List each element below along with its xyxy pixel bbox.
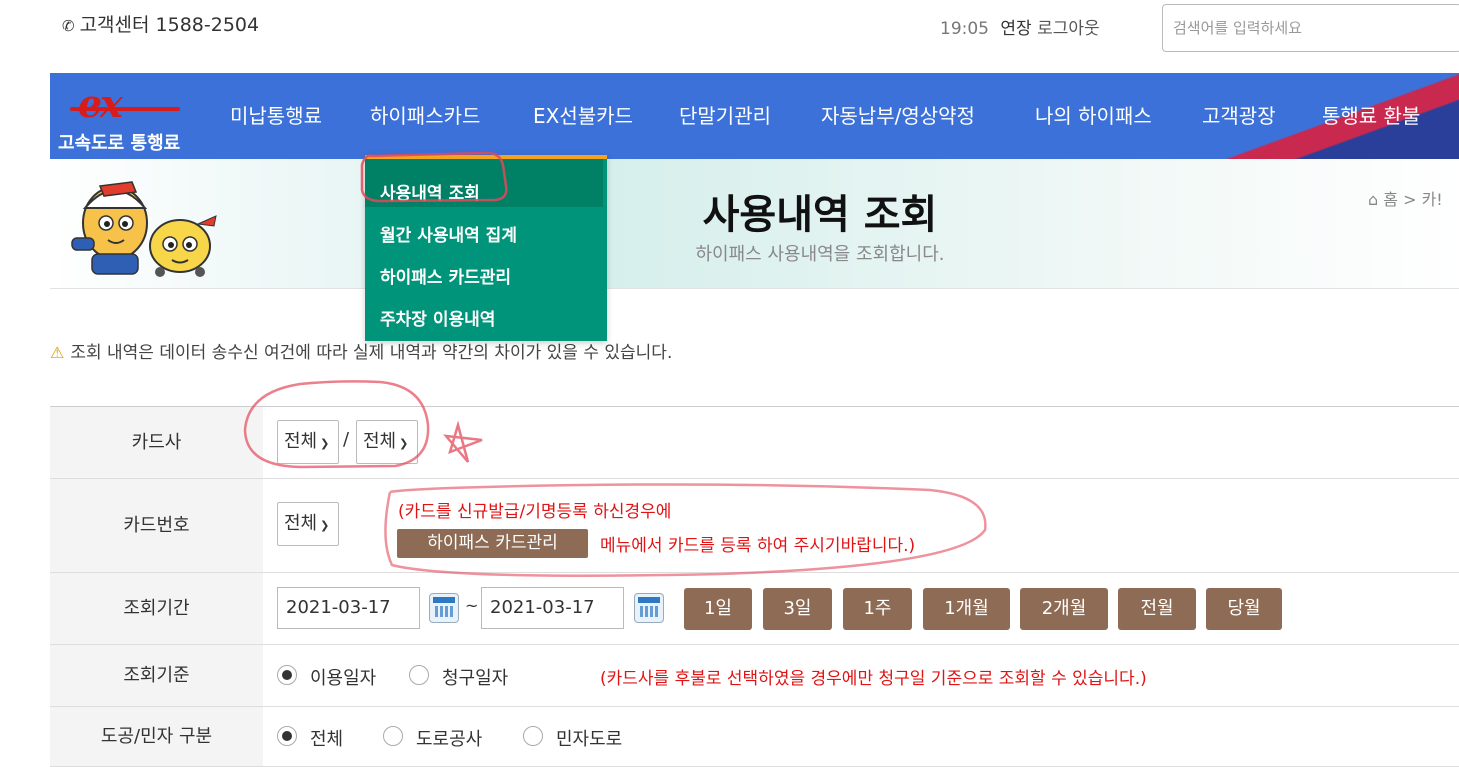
road-type-label: 도공/민자 구분 — [50, 707, 263, 767]
nav-item-unpaid-toll[interactable]: 미납통행료 — [230, 100, 322, 129]
basis-billing-date-label[interactable]: 청구일자 — [442, 664, 508, 690]
basis-usage-date-label[interactable]: 이용일자 — [310, 664, 376, 690]
card-number-select[interactable]: 전체 ❯ — [277, 502, 339, 546]
phone-icon: ✆ — [62, 17, 75, 35]
main-nav: ex 고속도로 통행료 미납통행료 하이패스카드 EX선불카드 단말기관리 자동… — [50, 73, 1459, 159]
road-all-label[interactable]: 전체 — [310, 725, 343, 751]
card-register-note: (카드를 신규발급/기명등록 하신경우에 — [398, 502, 672, 522]
date-range-tilde: ~ — [465, 596, 479, 615]
basis-label: 조회기준 — [50, 645, 263, 707]
card-number-row — [263, 479, 1459, 573]
home-icon[interactable]: ⌂ — [1368, 190, 1378, 209]
card-company-label: 카드사 — [50, 407, 263, 479]
timer-value: 19:05 — [940, 19, 989, 39]
card-number-label: 카드번호 — [50, 479, 263, 573]
nav-item-autopay[interactable]: 자동납부/영상약정 — [821, 100, 975, 129]
billing-basis-note: (카드사를 후불로 선택하였을 경우에만 청구일 기준으로 조회할 수 있습니다… — [600, 669, 1147, 689]
submenu-parking-history[interactable]: 주차장 이용내역 — [380, 305, 495, 330]
road-expressway-radio[interactable] — [383, 726, 403, 746]
card-company-value: 전체 — [284, 431, 318, 452]
period-label: 조회기간 — [50, 573, 263, 645]
period-this-month-button[interactable]: 당월 — [1206, 588, 1282, 630]
period-1month-button[interactable]: 1개월 — [923, 588, 1010, 630]
logout-link[interactable]: 로그아웃 — [1037, 19, 1100, 39]
breadcrumb-card[interactable]: 카! — [1422, 190, 1443, 209]
chevron-down-icon: ❯ — [320, 519, 330, 532]
card-type-select[interactable]: 전체 ❯ — [356, 420, 418, 464]
card-number-value: 전체 — [284, 513, 318, 534]
logo-mark: ex — [78, 81, 123, 126]
customer-center-text: 고객센터 1588-2504 — [79, 14, 260, 36]
banner-divider — [50, 288, 1459, 289]
warning-icon: ⚠ — [50, 343, 65, 362]
nav-item-customer[interactable]: 고객광장 — [1202, 100, 1276, 129]
period-prev-month-button[interactable]: 전월 — [1118, 588, 1196, 630]
nav-item-hipass-card[interactable]: 하이패스카드 — [370, 100, 480, 129]
breadcrumb-separator: > — [1403, 190, 1417, 209]
search-input[interactable] — [1162, 4, 1459, 52]
period-1day-button[interactable]: 1일 — [684, 588, 752, 630]
search-form: 카드사 카드번호 조회기간 조회기준 도공/민자 구분 — [50, 406, 1459, 767]
date-from-input[interactable]: 2021-03-17 — [277, 587, 420, 629]
customer-center: ✆ 고객센터 1588-2504 — [62, 10, 259, 37]
breadcrumb: ⌂ 홈 > 카! — [1368, 186, 1443, 210]
date-to-input[interactable]: 2021-03-17 — [481, 587, 624, 629]
card-type-value: 전체 — [363, 431, 397, 452]
road-private-radio[interactable] — [523, 726, 543, 746]
extend-link[interactable]: 연장 — [1000, 19, 1031, 39]
nav-item-refund[interactable]: 통행료 환불 — [1322, 100, 1420, 129]
period-1week-button[interactable]: 1주 — [843, 588, 912, 630]
card-company-row — [263, 407, 1459, 479]
breadcrumb-home[interactable]: 홈 — [1383, 190, 1398, 209]
basis-billing-date-radio[interactable] — [409, 665, 429, 685]
calendar-icon[interactable] — [429, 593, 459, 623]
page-title: 사용내역 조회 — [702, 192, 938, 238]
page-subtitle: 하이패스 사용내역을 조회합니다. — [695, 244, 945, 265]
card-company-select[interactable]: 전체 ❯ — [277, 420, 339, 464]
logo[interactable]: ex 고속도로 통행료 — [58, 79, 210, 155]
logo-text: 고속도로 통행료 — [58, 133, 181, 154]
calendar-icon[interactable] — [634, 593, 664, 623]
submenu-usage-history[interactable]: 사용내역 조회 — [380, 179, 480, 204]
notice: ⚠ 조회 내역은 데이터 송수신 여건에 따라 실제 내역과 약간의 차이가 있을… — [50, 338, 672, 363]
period-2month-button[interactable]: 2개월 — [1020, 588, 1108, 630]
notice-text: 조회 내역은 데이터 송수신 여건에 따라 실제 내역과 약간의 차이가 있을 … — [70, 343, 673, 363]
card-register-note-2: 메뉴에서 카드를 등록 하여 주시기바랍니다.) — [600, 536, 916, 556]
road-all-radio[interactable] — [277, 726, 297, 746]
submenu-card-manage[interactable]: 하이패스 카드관리 — [380, 263, 511, 288]
nav-item-device[interactable]: 단말기관리 — [679, 100, 771, 129]
chevron-down-icon: ❯ — [399, 437, 409, 450]
session-timer: 19:05 연장 로그아웃 — [940, 14, 1100, 39]
road-private-label[interactable]: 민자도로 — [556, 725, 622, 751]
period-3day-button[interactable]: 3일 — [763, 588, 832, 630]
nav-item-my-hipass[interactable]: 나의 하이패스 — [1035, 100, 1152, 129]
road-expressway-label[interactable]: 도로공사 — [416, 725, 482, 751]
select-separator: / — [343, 429, 350, 450]
basis-usage-date-radio[interactable] — [277, 665, 297, 685]
submenu-monthly-summary[interactable]: 월간 사용내역 집계 — [380, 221, 517, 246]
hipass-card-submenu: 사용내역 조회 월간 사용내역 집계 하이패스 카드관리 주차장 이용내역 — [365, 155, 607, 341]
nav-item-ex-prepaid[interactable]: EX선불카드 — [533, 100, 633, 129]
hipass-card-manage-button[interactable]: 하이패스 카드관리 — [397, 529, 588, 558]
chevron-down-icon: ❯ — [320, 437, 330, 450]
